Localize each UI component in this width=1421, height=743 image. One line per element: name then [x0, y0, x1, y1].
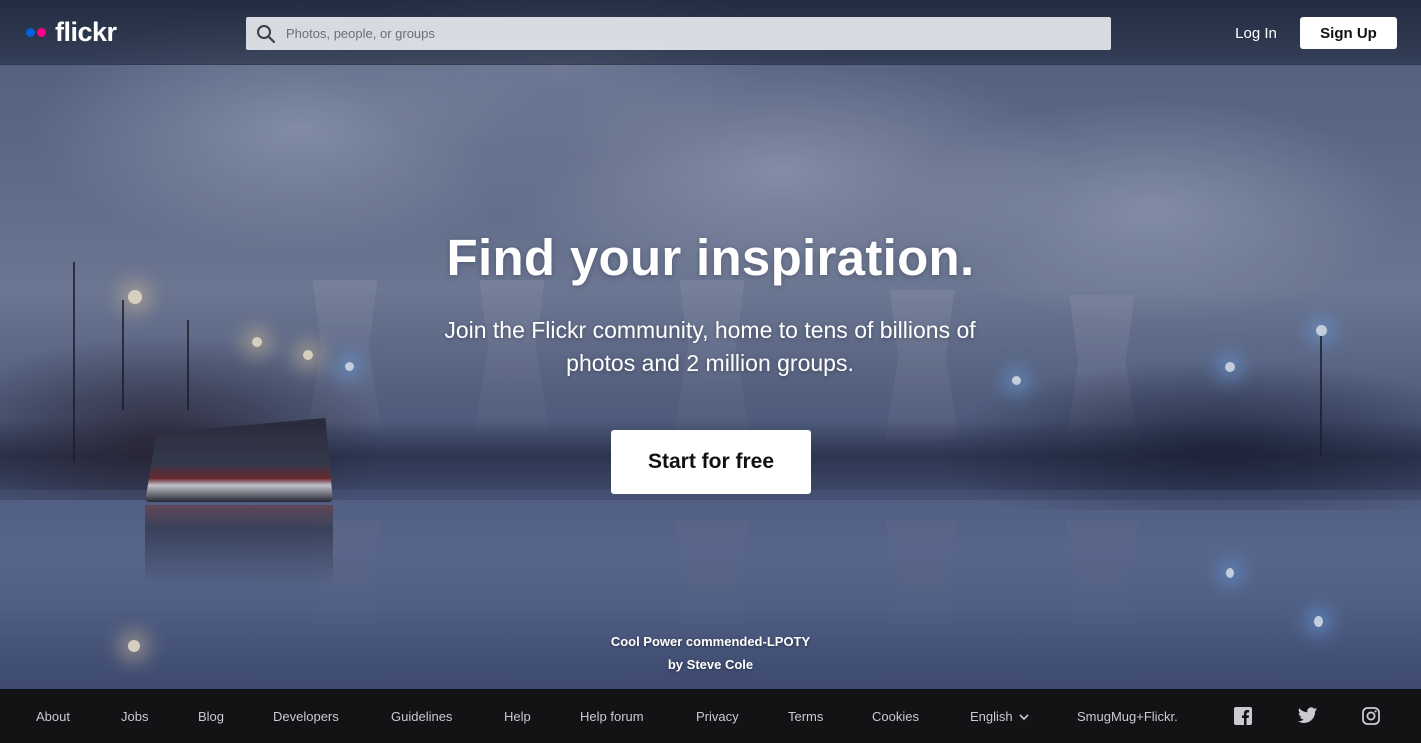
footer-link-jobs[interactable]: Jobs — [121, 689, 148, 743]
footer-link-privacy[interactable]: Privacy — [696, 689, 739, 743]
twitter-icon[interactable] — [1297, 706, 1318, 726]
chevron-down-icon — [1019, 709, 1029, 724]
footer-link-smugmug[interactable]: SmugMug+Flickr. — [1077, 689, 1178, 743]
logo-pink-dot — [37, 27, 46, 37]
language-selector[interactable]: English — [970, 689, 1029, 743]
footer-link-developers[interactable]: Developers — [273, 689, 339, 743]
footer-link-about[interactable]: About — [36, 689, 70, 743]
instagram-icon[interactable] — [1361, 706, 1381, 726]
top-navigation-bar: flickr Log In Sign Up — [0, 0, 1421, 65]
search-input[interactable] — [286, 17, 1111, 50]
logo-blue-dot — [26, 27, 35, 37]
start-for-free-button[interactable]: Start for free — [611, 430, 811, 494]
login-link[interactable]: Log In — [1218, 17, 1294, 49]
footer-link-cookies[interactable]: Cookies — [872, 689, 919, 743]
logo-wordmark: flickr — [55, 17, 117, 47]
footer: About Jobs Blog Developers Guidelines He… — [0, 689, 1421, 743]
footer-link-guidelines[interactable]: Guidelines — [391, 689, 452, 743]
facebook-icon[interactable] — [1233, 706, 1253, 726]
flickr-logo[interactable]: flickr — [26, 18, 117, 46]
footer-link-help[interactable]: Help — [504, 689, 531, 743]
hero-subheadline-line-2: photos and 2 million groups. — [566, 350, 854, 376]
hero-subheadline: Join the Flickr community, home to tens … — [360, 314, 1060, 380]
footer-link-blog[interactable]: Blog — [198, 689, 224, 743]
language-label: English — [970, 708, 1013, 724]
footer-link-terms[interactable]: Terms — [788, 689, 823, 743]
search-icon[interactable] — [246, 17, 286, 50]
photographer-link[interactable]: by Steve Cole — [0, 653, 1421, 676]
photo-title-link[interactable]: Cool Power commended-LPOTY — [0, 630, 1421, 653]
hero-headline: Find your inspiration. — [446, 229, 975, 286]
hero-subheadline-line-1: Join the Flickr community, home to tens … — [444, 317, 976, 343]
signup-button[interactable]: Sign Up — [1300, 17, 1397, 49]
search-bar[interactable] — [246, 17, 1111, 50]
footer-link-help-forum[interactable]: Help forum — [580, 689, 644, 743]
photo-attribution: Cool Power commended-LPOTY by Steve Cole — [0, 630, 1421, 676]
